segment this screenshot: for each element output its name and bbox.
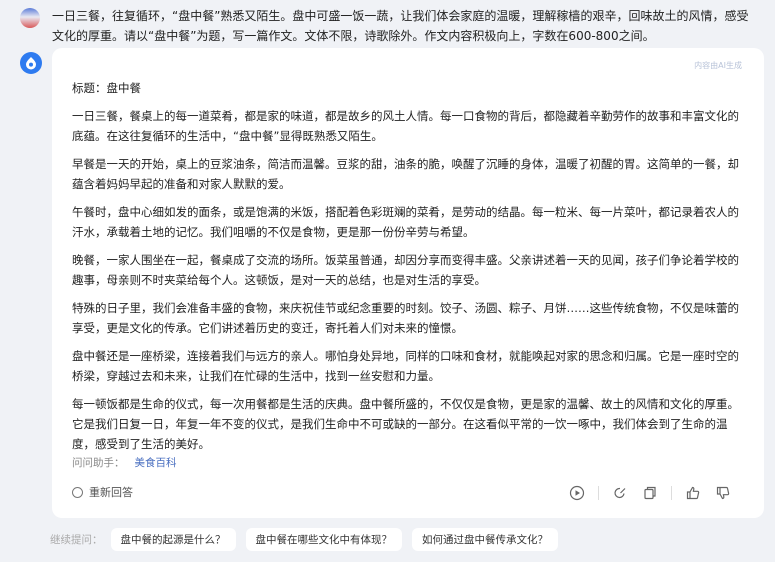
answer-card: 内容由AI生成 标题：盘中餐 一日三餐，餐桌上的每一道菜肴，都是家的味道，都是故… [52,48,764,518]
refresh-icon [72,486,83,498]
edit-icon[interactable] [609,484,631,502]
essay-paragraph: 晚餐，一家人围坐在一起，餐桌成了交流的场所。饭菜虽普通，却因分享而变得丰盛。父亲… [72,253,739,287]
divider [671,486,672,500]
play-icon[interactable] [566,484,588,502]
sources-label: 问问助手： [72,457,125,469]
essay-paragraph: 盘中餐还是一座桥梁，连接着我们与远方的亲人。哪怕身处异地，同样的口味和食材，就能… [72,349,739,383]
assistant-avatar [20,52,42,74]
followup-chip[interactable]: 盘中餐在哪些文化中有体现？ [245,528,402,551]
essay-paragraph: 午餐时，盘中心细如发的面条，或是饱满的米饭，搭配着色彩斑斓的菜肴，是劳动的结晶。… [72,205,739,239]
followup-suggestions: 继续提问： 盘中餐的起源是什么？ 盘中餐在哪些文化中有体现？ 如何通过盘中餐传承… [50,528,568,551]
essay-paragraph: 早餐是一天的开始，桌上的豆浆油条，简洁而温馨。豆浆的甜，油条的脆，唤醒了沉睡的身… [72,157,739,191]
divider [598,486,599,500]
essay-paragraph: 一日三餐，餐桌上的每一道菜肴，都是家的味道，都是故乡的风土人情。每一口食物的背后… [72,109,739,143]
sources-row: 问问助手： 美食百科 [72,455,177,470]
essay-paragraph: 特殊的日子里，我们会准备丰盛的食物，来庆祝佳节或纪念重要的时刻。饺子、汤圆、粽子… [72,301,739,335]
answer-actions [558,484,734,502]
answer-content: 标题：盘中餐 一日三餐，餐桌上的每一道菜肴，都是家的味道，都是故乡的风土人情。每… [72,78,746,462]
followup-chip[interactable]: 如何通过盘中餐传承文化？ [412,528,558,551]
copy-icon[interactable] [639,484,661,502]
user-avatar [20,8,40,28]
user-message: 一日三餐，往复循环，“盘中餐”熟悉又陌生。盘中可盛一饭一蔬，让我们体会家庭的温暖… [20,6,760,46]
thumbs-down-icon[interactable] [712,484,734,502]
essay-paragraph: 每一顿饭都是生命的仪式，每一次用餐都是生活的庆典。盘中餐所盛的，不仅仅是食物，更… [72,397,739,451]
followup-label: 继续提问： [50,534,103,546]
user-prompt-text: 一日三餐，往复循环，“盘中餐”熟悉又陌生。盘中可盛一饭一蔬，让我们体会家庭的温暖… [52,9,749,43]
essay-title: 标题：盘中餐 [72,81,141,95]
thumbs-up-icon[interactable] [682,484,704,502]
regenerate-button[interactable]: 重新回答 [72,484,133,500]
source-link[interactable]: 美食百科 [135,457,177,469]
ai-generated-watermark: 内容由AI生成 [694,61,742,70]
followup-chip[interactable]: 盘中餐的起源是什么？ [110,528,236,551]
assistant-logo-icon [26,57,36,70]
regenerate-label: 重新回答 [89,486,133,499]
